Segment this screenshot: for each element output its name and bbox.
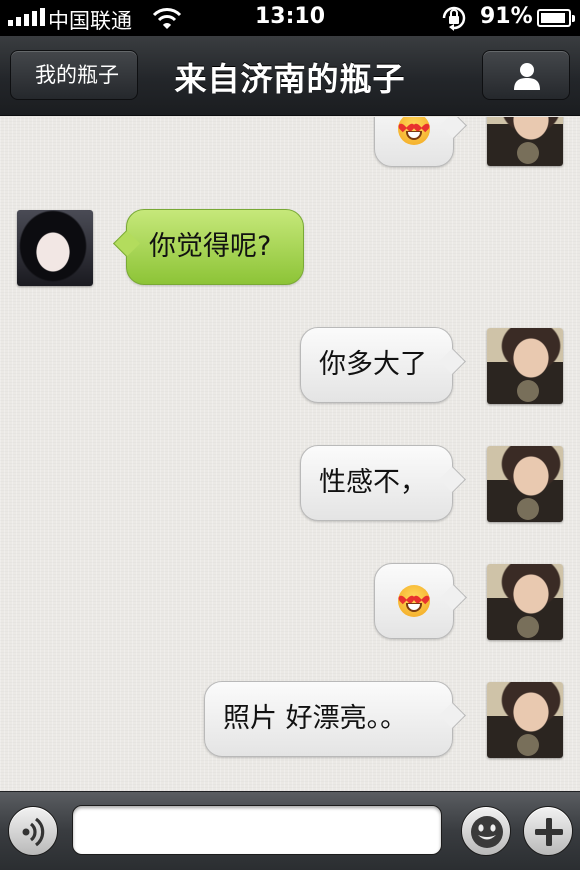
message-text: 性感不， — [319, 467, 427, 498]
message-bubble-self[interactable] — [374, 117, 454, 167]
page-title: 来自济南的瓶子 — [174, 60, 406, 98]
back-button-label: 我的瓶子 — [35, 63, 119, 87]
message-bubble-self[interactable]: 你多大了 — [300, 327, 453, 403]
back-button-body[interactable]: 我的瓶子 — [10, 50, 138, 100]
message-input[interactable] — [72, 805, 442, 855]
avatar-self[interactable] — [487, 328, 563, 404]
voice-icon — [22, 817, 45, 847]
heart-eyes-emoji-icon — [398, 585, 430, 617]
voice-button[interactable] — [8, 806, 58, 856]
avatar-self[interactable] — [487, 682, 563, 758]
input-bar — [0, 791, 580, 870]
nav-bar: 我的瓶子 来自济南的瓶子 — [0, 36, 580, 116]
message-text: 照片 好漂亮。。 — [223, 703, 408, 734]
message-bubble-self[interactable] — [374, 563, 454, 639]
person-icon — [514, 63, 540, 90]
battery-percent: 91% — [480, 4, 533, 29]
message-bubble-self[interactable]: 性感不， — [300, 445, 453, 521]
avatar-self[interactable] — [487, 446, 563, 522]
back-button[interactable]: 我的瓶子 — [0, 48, 138, 100]
battery-icon — [537, 9, 575, 27]
message-bubble-other[interactable]: 你觉得呢? — [126, 209, 304, 285]
battery-fill — [541, 13, 565, 23]
plus-icon — [535, 818, 563, 846]
heart-eyes-emoji-icon — [398, 117, 430, 145]
chat-area[interactable]: 你觉得呢? 你多大了 性感不， 照片 好漂亮。。 — [0, 117, 580, 791]
status-bar: 中国联通 13:10 91% — [0, 0, 580, 36]
profile-button[interactable] — [482, 50, 570, 100]
avatar-self[interactable] — [487, 564, 563, 640]
plus-button[interactable] — [523, 806, 573, 856]
avatar-self[interactable] — [487, 117, 563, 166]
message-bubble-self[interactable]: 照片 好漂亮。。 — [204, 681, 453, 757]
avatar-other[interactable] — [17, 210, 93, 286]
smiley-icon — [471, 816, 503, 848]
message-text: 你觉得呢? — [149, 231, 272, 262]
message-text: 你多大了 — [319, 349, 427, 380]
emoji-button[interactable] — [461, 806, 511, 856]
rotation-lock-icon — [440, 5, 468, 35]
